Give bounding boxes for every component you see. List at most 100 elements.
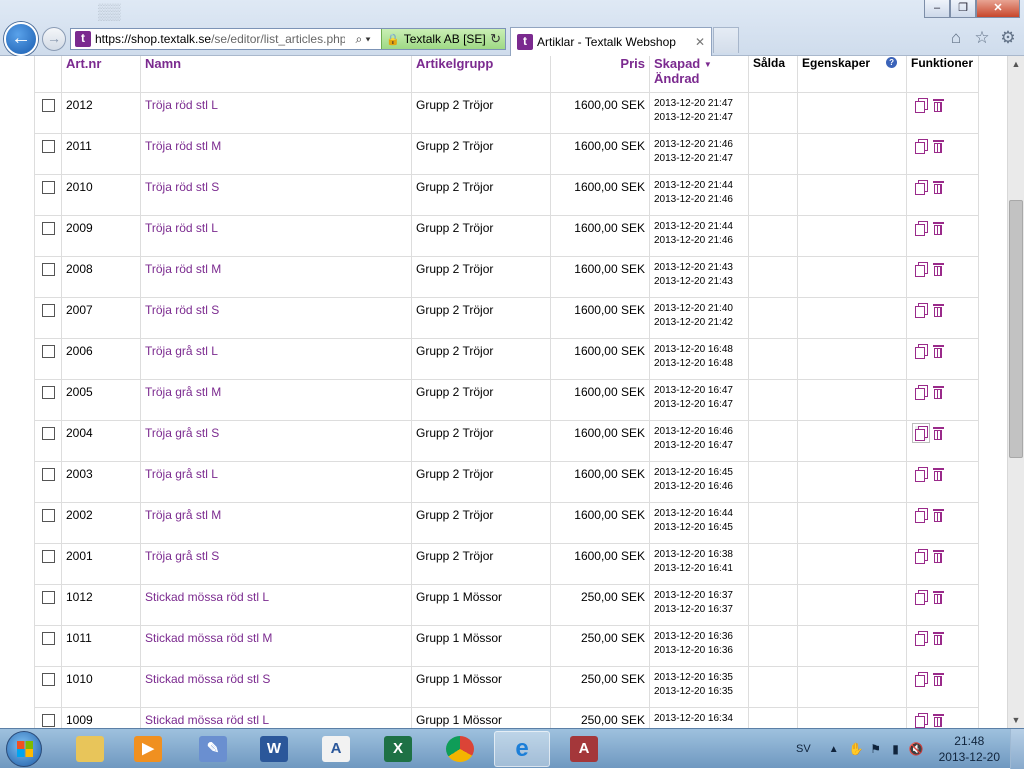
help-icon[interactable]: ? — [886, 57, 898, 68]
row-checkbox[interactable] — [41, 386, 55, 399]
article-name-link[interactable]: Tröja röd stl S — [145, 180, 219, 194]
home-icon[interactable]: ⌂ — [946, 28, 966, 48]
article-name-link[interactable]: Tröja röd stl L — [145, 221, 218, 235]
refresh-icon[interactable]: ↻ — [490, 31, 501, 47]
article-name-link[interactable]: Tröja grå stl M — [145, 508, 221, 522]
row-checkbox[interactable] — [41, 550, 55, 563]
article-name-link[interactable]: Stickad mössa röd stl M — [145, 631, 272, 645]
row-checkbox[interactable] — [41, 263, 55, 276]
delete-trash-icon[interactable] — [933, 672, 944, 686]
taskbar-media-player[interactable]: ▶ — [120, 731, 176, 767]
row-checkbox[interactable] — [41, 304, 55, 317]
delete-trash-icon[interactable] — [933, 426, 944, 440]
tab-close-icon[interactable]: ✕ — [695, 35, 705, 49]
search-dropdown-icon[interactable]: ⌕ ▾ — [345, 32, 381, 47]
copy-icon[interactable] — [915, 139, 928, 154]
taskbar-file-explorer[interactable] — [62, 731, 118, 767]
url-text[interactable]: https://shop.textalk.se/se/editor/list_a… — [95, 32, 345, 46]
row-checkbox[interactable] — [41, 591, 55, 604]
header-skapad-andrad[interactable]: Skapad ▼ Ändrad — [649, 56, 749, 93]
minimize-button[interactable]: – — [924, 0, 950, 18]
taskbar-word[interactable]: W — [246, 731, 302, 767]
header-artikelgrupp[interactable]: Artikelgrupp — [411, 56, 551, 93]
settings-gear-icon[interactable]: ⚙ — [998, 28, 1018, 48]
copy-icon[interactable] — [915, 303, 928, 318]
scroll-up-icon[interactable]: ▲ — [1008, 56, 1024, 72]
article-name-link[interactable]: Tröja röd stl M — [145, 262, 221, 276]
delete-trash-icon[interactable] — [933, 631, 944, 645]
row-checkbox[interactable] — [41, 140, 55, 153]
row-checkbox[interactable] — [41, 222, 55, 235]
taskbar-access[interactable]: A — [556, 731, 612, 767]
article-name-link[interactable]: Tröja röd stl L — [145, 98, 218, 112]
copy-icon[interactable] — [915, 508, 928, 523]
back-button[interactable]: ← — [4, 22, 38, 56]
tray-app-icon[interactable]: ✋ — [849, 742, 864, 756]
header-skapad[interactable]: Skapad — [654, 56, 700, 71]
maximize-button[interactable]: ❐ — [950, 0, 976, 18]
language-indicator[interactable]: SV — [796, 743, 811, 755]
article-name-link[interactable]: Tröja röd stl S — [145, 303, 219, 317]
article-name-link[interactable]: Tröja grå stl L — [145, 467, 218, 481]
header-namn[interactable]: Namn — [140, 56, 412, 93]
copy-icon[interactable] — [915, 713, 928, 728]
row-checkbox[interactable] — [41, 468, 55, 481]
delete-trash-icon[interactable] — [933, 139, 944, 153]
header-andrad[interactable]: Ändrad — [654, 71, 700, 86]
article-name-link[interactable]: Stickad mössa röd stl S — [145, 672, 270, 686]
copy-icon[interactable] — [915, 221, 928, 236]
flag-icon[interactable]: ⚑ — [869, 742, 883, 756]
row-checkbox[interactable] — [41, 673, 55, 686]
taskbar-wordpad[interactable]: A — [308, 731, 364, 767]
header-pris[interactable]: Pris — [550, 56, 650, 93]
copy-icon[interactable] — [915, 98, 928, 113]
row-checkbox[interactable] — [41, 427, 55, 440]
copy-icon[interactable] — [915, 467, 928, 482]
volume-muted-icon[interactable]: 🔇 — [909, 742, 924, 756]
row-checkbox[interactable] — [41, 632, 55, 645]
row-checkbox[interactable] — [41, 345, 55, 358]
article-name-link[interactable]: Stickad mössa röd stl L — [145, 590, 269, 604]
vertical-scrollbar[interactable]: ▲ ▼ — [1007, 56, 1024, 728]
new-tab-button[interactable] — [713, 27, 739, 53]
article-name-link[interactable]: Stickad mössa röd stl L — [145, 713, 269, 727]
delete-trash-icon[interactable] — [933, 262, 944, 276]
scrollbar-thumb[interactable] — [1009, 200, 1023, 458]
close-window-button[interactable]: ✕ — [976, 0, 1020, 18]
delete-trash-icon[interactable] — [933, 549, 944, 563]
header-artnr[interactable]: Art.nr — [61, 56, 141, 93]
copy-icon[interactable] — [915, 344, 928, 359]
article-name-link[interactable]: Tröja grå stl M — [145, 385, 221, 399]
network-icon[interactable]: ▮ — [889, 742, 903, 756]
clock[interactable]: 21:48 2013-12-20 — [939, 733, 1000, 765]
delete-trash-icon[interactable] — [933, 385, 944, 399]
taskbar-internet-explorer[interactable]: e — [494, 731, 550, 767]
copy-icon[interactable] — [915, 262, 928, 277]
show-desktop-button[interactable] — [1010, 729, 1024, 769]
delete-trash-icon[interactable] — [933, 180, 944, 194]
scroll-down-icon[interactable]: ▼ — [1008, 712, 1024, 728]
delete-trash-icon[interactable] — [933, 303, 944, 317]
delete-trash-icon[interactable] — [933, 467, 944, 481]
delete-trash-icon[interactable] — [933, 508, 944, 522]
article-name-link[interactable]: Tröja röd stl M — [145, 139, 221, 153]
taskbar-paint[interactable]: ✎ — [185, 731, 241, 767]
address-bar[interactable]: t https://shop.textalk.se/se/editor/list… — [70, 28, 506, 50]
forward-button[interactable]: → — [42, 27, 66, 51]
copy-icon[interactable] — [912, 423, 930, 443]
browser-tab-active[interactable]: t Artiklar - Textalk Webshop ✕ — [510, 27, 712, 56]
copy-icon[interactable] — [915, 672, 928, 687]
copy-icon[interactable] — [915, 180, 928, 195]
delete-trash-icon[interactable] — [933, 98, 944, 112]
copy-icon[interactable] — [915, 549, 928, 564]
row-checkbox[interactable] — [41, 181, 55, 194]
security-certificate[interactable]: 🔒 Textalk AB [SE] ↻ — [381, 29, 505, 49]
row-checkbox[interactable] — [41, 509, 55, 522]
delete-trash-icon[interactable] — [933, 221, 944, 235]
start-button[interactable] — [6, 731, 42, 767]
article-name-link[interactable]: Tröja grå stl S — [145, 426, 219, 440]
delete-trash-icon[interactable] — [933, 590, 944, 604]
copy-icon[interactable] — [915, 385, 928, 400]
show-hidden-icons-icon[interactable]: ▲ — [829, 744, 839, 755]
row-checkbox[interactable] — [41, 99, 55, 112]
